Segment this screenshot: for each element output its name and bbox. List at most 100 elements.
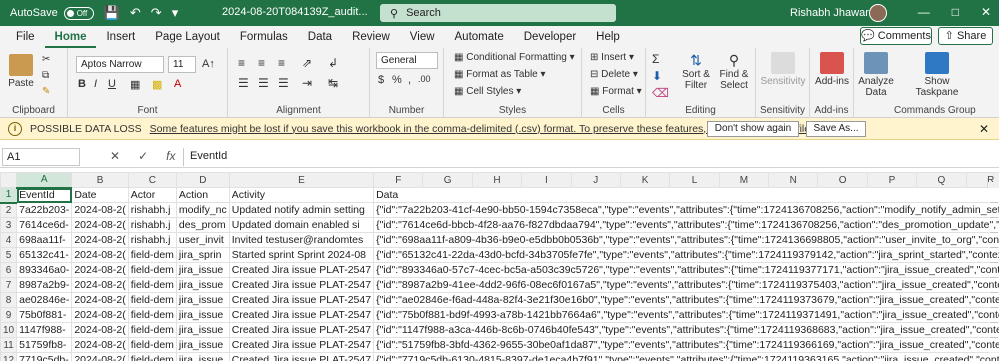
cell[interactable]: jira_sprin (175, 247, 230, 263)
format-cells-button[interactable]: ▦ Format ▾ (590, 86, 642, 97)
cell[interactable]: field-dem (127, 307, 177, 323)
tab-automate[interactable]: Automate (445, 26, 514, 48)
cell[interactable]: {"id":"893346a0-57c7-4cec-bc5a-a503c39c5… (373, 262, 999, 278)
cell[interactable]: 2024-08-2( (71, 292, 129, 308)
align-left-icon[interactable]: ☰ (238, 76, 249, 90)
cell[interactable]: 7614ce6d- (16, 217, 73, 233)
cell[interactable]: modify_nc (175, 202, 230, 218)
cell[interactable]: {"id":"7614ce6d-bbcb-4f28-aa76-f827dbdaa… (373, 217, 999, 233)
cell[interactable]: rishabh.j (127, 202, 177, 218)
tab-view[interactable]: View (400, 26, 445, 48)
cell[interactable]: 2024-08-2( (71, 247, 129, 263)
cell[interactable]: jira_issue (175, 292, 230, 308)
enter-icon[interactable]: ✓ (138, 149, 148, 163)
column-header[interactable]: B (71, 172, 129, 188)
cell[interactable]: jira_issue (175, 337, 230, 353)
close-icon[interactable]: ✕ (981, 5, 991, 19)
select-all-corner[interactable] (0, 172, 18, 188)
cell[interactable]: jira_issue (175, 352, 230, 361)
cell[interactable]: rishabh.j (127, 217, 177, 233)
cell[interactable]: 7a22b203- (16, 202, 73, 218)
cell[interactable]: 2024-08-2( (71, 352, 129, 361)
cell[interactable]: 65132c41- (16, 247, 73, 263)
row-header[interactable]: 1 (0, 187, 18, 204)
tab-insert[interactable]: Insert (96, 26, 145, 48)
conditional-formatting-button[interactable]: ▦ Conditional Formatting ▾ (454, 52, 575, 63)
save-icon[interactable]: 💾 (104, 5, 120, 21)
column-header[interactable]: A (16, 172, 73, 189)
tab-data[interactable]: Data (298, 26, 342, 48)
cell[interactable]: 8987a2b9- (16, 277, 73, 293)
row-header[interactable]: 4 (0, 232, 18, 248)
cell[interactable]: {"id":"1147f988-a3ca-446b-8c6b-0746b40fe… (373, 322, 999, 338)
column-header[interactable]: Q (916, 172, 967, 188)
column-header[interactable]: P (866, 172, 918, 188)
cell[interactable]: field-dem (127, 322, 177, 338)
row-header[interactable]: 10 (0, 322, 18, 338)
cell[interactable]: 51759fb8- (16, 337, 73, 353)
cell[interactable]: {"id":"698aa11f-a809-4b36-b9e0-e5dbb0b05… (373, 232, 999, 248)
font-size-dropdown[interactable]: 11 (168, 56, 196, 73)
bold-icon[interactable]: B (78, 78, 86, 90)
row-header[interactable]: 3 (0, 217, 18, 233)
undo-icon[interactable]: ↶ (130, 5, 141, 21)
cell[interactable]: 2024-08-2( (71, 232, 129, 248)
close-message-icon[interactable]: ✕ (979, 122, 989, 136)
column-header[interactable]: F (373, 172, 424, 188)
cell[interactable]: Action (175, 187, 230, 203)
cell[interactable]: Created Jira issue PLAT-2547 (228, 352, 375, 361)
customize-toolbar-icon[interactable]: ▾ (172, 5, 179, 21)
cell[interactable]: field-dem (127, 292, 177, 308)
row-header[interactable]: 2 (0, 202, 18, 218)
paste-button[interactable]: Paste (6, 54, 36, 89)
copy-icon[interactable]: ⧉ (42, 70, 49, 81)
cell[interactable]: ae02846e- (16, 292, 73, 308)
row-header[interactable]: 12 (0, 352, 18, 361)
format-as-table-button[interactable]: ▦ Format as Table ▾ (454, 69, 546, 80)
cell[interactable]: Created Jira issue PLAT-2547 (228, 262, 375, 278)
row-header[interactable]: 9 (0, 307, 18, 323)
cell[interactable]: Updated notify admin setting (228, 202, 375, 218)
formula-input[interactable]: EventId (183, 148, 995, 166)
column-header[interactable]: H (471, 172, 523, 188)
cell[interactable]: Created Jira issue PLAT-2547 (228, 292, 375, 308)
minimize-icon[interactable]: — (918, 5, 930, 19)
cell[interactable]: 2024-08-2( (71, 307, 129, 323)
cell[interactable]: Created Jira issue PLAT-2547 (228, 337, 375, 353)
merge-center-icon[interactable]: ↹ (328, 76, 338, 90)
cell[interactable]: 698aa11f- (16, 232, 73, 248)
cell[interactable]: {"id":"8987a2b9-41ee-4dd2-96f6-08ec6f016… (373, 277, 999, 293)
column-header[interactable]: C (127, 172, 177, 188)
tab-page-layout[interactable]: Page Layout (145, 26, 230, 48)
cell[interactable]: {"id":"ae02846e-f6ad-448a-82f4-3e21f30e1… (373, 292, 999, 308)
delete-cells-button[interactable]: ⊟ Delete ▾ (590, 69, 638, 80)
decimal-icon[interactable]: .00 (418, 74, 431, 84)
dont-show-again-button[interactable]: Don't show again (707, 121, 799, 137)
orientation-icon[interactable]: ⇗ (302, 56, 312, 70)
user-name[interactable]: Rishabh Jhawar (790, 7, 869, 19)
cell[interactable]: jira_issue (175, 322, 230, 338)
font-name-dropdown[interactable]: Aptos Narrow (76, 56, 164, 73)
cell[interactable]: 893346a0- (16, 262, 73, 278)
cell[interactable]: Data (373, 187, 999, 203)
cell[interactable]: Updated domain enabled si (228, 217, 375, 233)
underline-icon[interactable]: U (108, 78, 116, 90)
column-header[interactable]: M (718, 172, 770, 188)
cell[interactable]: {"id":"65132c41-22da-43d0-bcfd-34b3705fe… (373, 247, 999, 263)
cell[interactable]: Created Jira issue PLAT-2547 (228, 307, 375, 323)
row-header[interactable]: 8 (0, 292, 18, 308)
autosave-toggle[interactable]: Off (63, 6, 94, 20)
comma-icon[interactable]: , (408, 74, 411, 86)
cell[interactable]: {"id":"51759fb8-3bfd-4362-9655-30be0af1d… (373, 337, 999, 353)
cell[interactable]: rishabh.j (127, 232, 177, 248)
align-right-icon[interactable]: ☰ (278, 76, 289, 90)
cell[interactable]: field-dem (127, 247, 177, 263)
insert-cells-button[interactable]: ⊞ Insert ▾ (590, 52, 634, 63)
row-header[interactable]: 6 (0, 262, 18, 278)
tab-formulas[interactable]: Formulas (230, 26, 298, 48)
cell[interactable]: Date (71, 187, 129, 203)
column-header[interactable]: J (570, 172, 621, 188)
redo-icon[interactable]: ↷ (151, 5, 162, 21)
cell[interactable]: des_prom (175, 217, 230, 233)
worksheet-grid[interactable]: ABCDEFGHIJKLMNOPQRS 1EventIdDateActorAct… (0, 172, 999, 361)
